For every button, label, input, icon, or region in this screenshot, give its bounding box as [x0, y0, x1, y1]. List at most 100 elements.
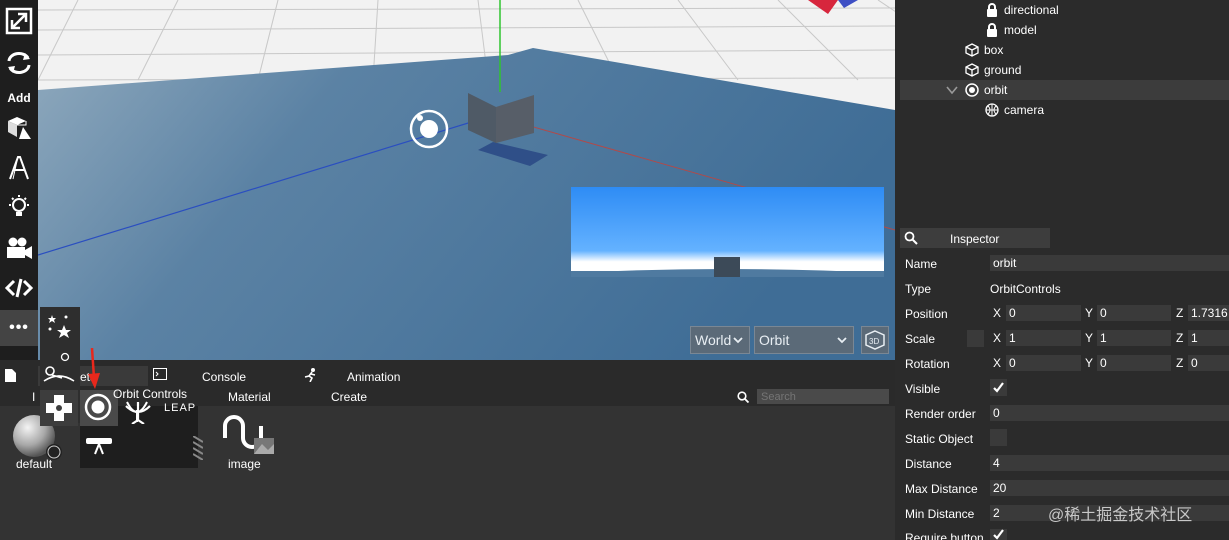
axis-y-label: Y — [1085, 356, 1094, 370]
visible-checkbox[interactable] — [990, 379, 1007, 396]
camera-icon[interactable] — [4, 233, 34, 263]
tree-item-ground[interactable]: ground — [965, 63, 1021, 77]
light-icon[interactable] — [4, 192, 34, 222]
code-icon[interactable] — [4, 273, 34, 303]
label-min-distance: Min Distance — [905, 507, 975, 521]
chevron-down-icon[interactable] — [945, 84, 959, 96]
image-asset-tile[interactable] — [220, 408, 276, 458]
camera-preview — [571, 187, 884, 277]
lock-icon — [987, 3, 997, 17]
3d-view-icon[interactable]: 3D — [861, 326, 889, 354]
position-x-input[interactable]: 0 — [1006, 305, 1081, 321]
name-input[interactable]: orbit — [990, 255, 1229, 271]
label-static-object: Static Object — [905, 432, 974, 446]
rotation-x-input[interactable]: 0 — [1006, 355, 1081, 371]
rotation-z-input[interactable]: 0 — [1188, 355, 1229, 371]
left-toolbar: Add — [0, 0, 38, 360]
resize-icon[interactable] — [4, 6, 34, 36]
tree-item-directional[interactable]: directional — [985, 3, 1059, 17]
axis-z-label: Z — [1176, 306, 1184, 320]
tab-imports-partial[interactable]: I — [32, 390, 35, 404]
watermark: @稀土掘金技术社区 — [1048, 507, 1193, 524]
mode-select-value: Orbit — [759, 332, 790, 348]
asset-default-label: default — [16, 457, 53, 471]
rotate-icon[interactable] — [4, 48, 34, 78]
search-icon — [737, 391, 749, 403]
image-wave-icon — [223, 415, 274, 454]
svg-text:3D: 3D — [869, 337, 879, 346]
assets-search-input[interactable] — [757, 389, 889, 404]
running-icon — [304, 368, 316, 382]
scale-y-input[interactable]: 1 — [1097, 330, 1171, 346]
scene-canvas — [38, 0, 895, 360]
label-rotation: Rotation — [905, 357, 950, 371]
label-render-order: Render order — [905, 407, 976, 421]
view-select-value: World — [695, 332, 732, 348]
render-order-input[interactable]: 0 — [990, 405, 1229, 421]
label-position: Position — [905, 307, 948, 321]
tree-item-camera[interactable]: camera — [985, 103, 1044, 117]
position-y-input[interactable]: 0 — [1097, 305, 1171, 321]
tab-create[interactable]: Create — [331, 390, 367, 404]
particles-icon[interactable] — [44, 311, 76, 343]
checkmark-icon — [993, 529, 1004, 540]
fly-controls-icon[interactable] — [120, 398, 156, 424]
tree-item-label: directional — [1004, 3, 1059, 17]
scale-x-input[interactable]: 1 — [1006, 330, 1081, 346]
leap-text: LEAP — [164, 402, 197, 414]
dpad-icon — [46, 395, 72, 421]
tree-item-label: camera — [1004, 103, 1045, 117]
tree-item-label: model — [1004, 23, 1037, 37]
axis-y-label: Y — [1085, 306, 1094, 320]
asset-image-label: image — [228, 457, 261, 471]
label-type: Type — [905, 282, 932, 296]
require-button-checkbox[interactable] — [990, 529, 1007, 540]
type-value: OrbitControls — [990, 282, 1061, 296]
axis-y-label: Y — [1085, 331, 1094, 345]
lock-icon — [987, 23, 997, 37]
assets-panel: default LEAP image — [0, 401, 895, 540]
text-icon[interactable] — [4, 153, 34, 183]
static-object-checkbox[interactable] — [990, 429, 1007, 446]
label-require-button: Require button — [905, 531, 984, 540]
mode-select[interactable]: Orbit — [754, 326, 854, 354]
axis-z-label: Z — [1176, 331, 1184, 345]
tooltip-orbit-controls: Orbit Controls — [113, 387, 188, 401]
tab-material[interactable]: Material — [228, 390, 271, 404]
tree-item-label: box — [984, 43, 1004, 57]
view-select[interactable]: World — [690, 326, 750, 354]
scene-tree — [900, 0, 1229, 222]
chevron-down-icon — [837, 337, 847, 344]
axis-x-label: X — [993, 331, 1002, 345]
position-z-input[interactable]: 1.7316 — [1188, 305, 1229, 321]
viewport[interactable]: World Orbit 3D — [38, 0, 895, 360]
small-circle-icon[interactable] — [60, 352, 70, 362]
tree-item-box[interactable]: box — [965, 43, 1003, 57]
vr-headset-icon — [86, 438, 112, 455]
scale-z-input[interactable]: 1 — [1188, 330, 1229, 346]
dpad-button[interactable] — [40, 390, 78, 426]
scale-lock-checkbox[interactable] — [967, 330, 984, 347]
tab-console[interactable]: Console — [202, 370, 246, 384]
console-icon — [153, 368, 167, 380]
striped-icon — [193, 436, 203, 460]
rotation-y-input[interactable]: 0 — [1097, 355, 1171, 371]
chevron-down-icon — [733, 337, 743, 344]
camera-globe-icon — [985, 103, 999, 117]
add-geometry-icon[interactable] — [4, 112, 34, 142]
distance-input[interactable]: 4 — [990, 455, 1229, 471]
inspector-title: Inspector — [950, 232, 1000, 246]
label-name: Name — [905, 257, 938, 271]
tree-item-model[interactable]: model — [985, 23, 1037, 37]
cube-icon — [965, 63, 979, 77]
max-distance-input[interactable]: 20 — [990, 480, 1229, 496]
label-visible: Visible — [905, 382, 941, 396]
axis-z-label: Z — [1176, 356, 1184, 370]
orbit-icon — [965, 83, 979, 97]
tree-item-orbit[interactable]: orbit — [965, 83, 1007, 97]
tab-animation[interactable]: Animation — [347, 370, 400, 384]
more-tools-button[interactable]: ••• — [0, 310, 38, 346]
sky-icon[interactable] — [42, 365, 76, 385]
checkmark-icon — [993, 382, 1004, 393]
tree-item-label: ground — [984, 63, 1022, 77]
